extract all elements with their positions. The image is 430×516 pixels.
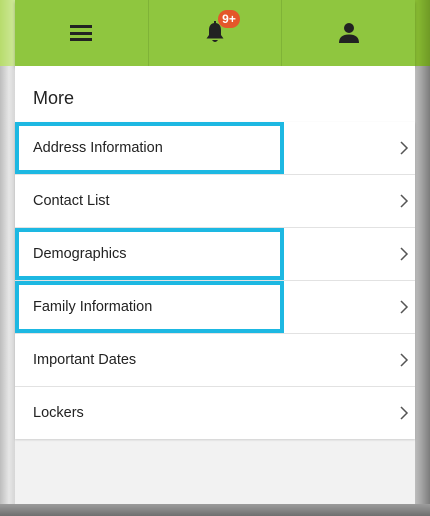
device-frame-right — [415, 0, 430, 516]
menu-item-label: Family Information — [33, 299, 153, 315]
chevron-right-icon — [400, 141, 409, 155]
notifications-button[interactable]: 9+ — [149, 0, 283, 66]
page-title: More — [15, 66, 415, 122]
menu-item-lockers[interactable]: Lockers — [15, 387, 415, 439]
device-frame-bottom — [0, 504, 430, 516]
menu-item-important-dates[interactable]: Important Dates — [15, 334, 415, 387]
menu-item-label: Lockers — [33, 405, 84, 421]
hamburger-icon — [70, 25, 93, 41]
menu-item-label: Address Information — [33, 140, 163, 156]
device-frame-left — [0, 0, 15, 516]
menu-item-contact-list[interactable]: Contact List — [15, 175, 415, 228]
chevron-right-icon — [400, 300, 409, 314]
more-menu-list: Address Information Contact List Demogra… — [15, 122, 415, 439]
notification-count-badge: 9+ — [218, 10, 240, 28]
menu-item-family-information[interactable]: Family Information — [15, 281, 415, 334]
menu-item-label: Important Dates — [33, 352, 137, 368]
device-frame-top-left — [0, 0, 15, 66]
chevron-right-icon — [400, 247, 409, 261]
chevron-right-icon — [400, 406, 409, 420]
chevron-right-icon — [400, 353, 409, 367]
menu-item-label: Contact List — [33, 193, 110, 209]
top-nav-bar: 9+ — [15, 0, 415, 66]
user-icon — [338, 23, 359, 43]
profile-button[interactable] — [282, 0, 415, 66]
menu-item-label: Demographics — [33, 246, 127, 262]
menu-item-address-information[interactable]: Address Information — [15, 122, 415, 175]
device-frame-top-right — [415, 0, 430, 66]
menu-item-demographics[interactable]: Demographics — [15, 228, 415, 281]
more-panel: More Address Information Contact List De… — [15, 66, 415, 504]
bell-icon: 9+ — [204, 10, 240, 45]
menu-button[interactable] — [15, 0, 149, 66]
chevron-right-icon — [400, 194, 409, 208]
